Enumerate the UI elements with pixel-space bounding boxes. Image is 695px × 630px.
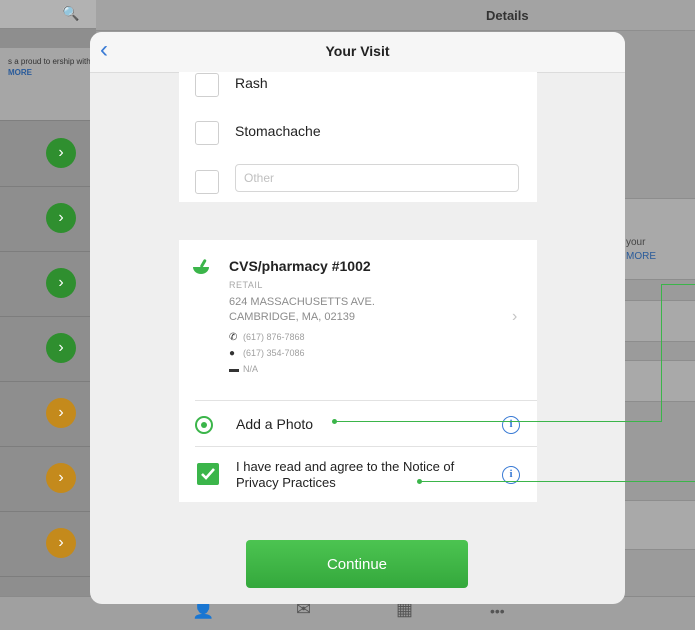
callout-line bbox=[420, 481, 695, 482]
stomachache-checkbox[interactable] bbox=[195, 121, 219, 145]
email-value: N/A bbox=[243, 364, 259, 374]
other-checkbox[interactable] bbox=[195, 170, 219, 194]
privacy-agree-label: I have read and agree to the Notice of P… bbox=[236, 459, 455, 490]
background-card bbox=[620, 360, 695, 402]
row-chevron-icon: › bbox=[46, 138, 76, 168]
phone-value: (617) 876-7868 bbox=[243, 332, 305, 342]
email-icon: ▬ bbox=[229, 364, 239, 375]
checkmark-icon bbox=[201, 468, 215, 480]
modal-header: ‹ Your Visit bbox=[90, 32, 625, 73]
pharmacy-address: 624 MASSACHUSETTS AVE. CAMBRIDGE, MA, 02… bbox=[229, 295, 375, 325]
callout-line bbox=[335, 421, 661, 422]
card-more-link: MORE bbox=[626, 251, 656, 262]
pharmacy-type: RETAIL bbox=[229, 280, 263, 290]
address-line-1: 624 MASSACHUSETTS AVE. bbox=[229, 296, 375, 308]
pharmacy-panel: CVS/pharmacy #1002 RETAIL 624 MASSACHUSE… bbox=[179, 240, 537, 502]
background-card bbox=[620, 300, 695, 342]
background-card bbox=[620, 500, 695, 550]
background-list-row: › bbox=[0, 252, 96, 317]
other-symptom-input[interactable] bbox=[235, 164, 519, 192]
your-visit-modal: ‹ Your Visit Rash Stomachache CVS/pharma… bbox=[90, 32, 625, 604]
promo-more-link: MORE bbox=[8, 68, 32, 77]
phone-icon: ✆ bbox=[229, 332, 238, 343]
promo-text: s a proud to ership with bbox=[8, 57, 91, 66]
divider bbox=[195, 400, 537, 401]
fax-value: (617) 354-7086 bbox=[243, 348, 305, 358]
privacy-agree-checkbox[interactable] bbox=[197, 463, 219, 485]
background-promo: s a proud to ership with MORE bbox=[0, 48, 96, 121]
rash-checkbox[interactable] bbox=[195, 73, 219, 97]
background-title: Details bbox=[486, 8, 529, 23]
row-chevron-icon: › bbox=[46, 268, 76, 298]
background-list-row: › bbox=[0, 382, 96, 447]
row-chevron-icon: › bbox=[46, 203, 76, 233]
pharmacy-name: CVS/pharmacy #1002 bbox=[229, 258, 371, 274]
background-search-bar: 🔍 bbox=[0, 0, 96, 29]
row-chevron-icon: › bbox=[46, 528, 76, 558]
modal-title: Your Visit bbox=[325, 43, 390, 59]
pharmacy-fax: ● (617) 354-7086 bbox=[229, 348, 305, 359]
callout-line bbox=[661, 284, 695, 285]
symptom-label: Rash bbox=[235, 75, 268, 91]
pharmacy-chevron-icon[interactable]: › bbox=[512, 308, 517, 326]
row-chevron-icon: › bbox=[46, 398, 76, 428]
background-topbar: Details bbox=[96, 0, 695, 31]
row-chevron-icon: › bbox=[46, 463, 76, 493]
camera-icon[interactable] bbox=[195, 416, 213, 434]
tab-more-icon[interactable]: ••• bbox=[490, 603, 505, 619]
background-list-row: › bbox=[0, 317, 96, 382]
fax-icon: ● bbox=[229, 348, 236, 359]
pharmacy-email: ▬ N/A bbox=[229, 364, 258, 375]
symptom-label: Stomachache bbox=[235, 123, 321, 139]
continue-button[interactable]: Continue bbox=[246, 540, 468, 588]
mortar-pestle-icon bbox=[193, 259, 209, 274]
search-icon: 🔍 bbox=[62, 5, 80, 21]
divider bbox=[195, 446, 537, 447]
add-photo-info-icon[interactable]: i bbox=[502, 416, 520, 434]
add-photo-button[interactable]: Add a Photo bbox=[236, 416, 313, 432]
row-chevron-icon: › bbox=[46, 333, 76, 363]
callout-line bbox=[661, 284, 662, 422]
pharmacy-phone: ✆ (617) 876-7868 bbox=[229, 332, 305, 343]
address-line-2: CAMBRIDGE, MA, 02139 bbox=[229, 311, 355, 323]
background-list-row: › bbox=[0, 512, 96, 577]
background-card-text: your MORE bbox=[626, 236, 656, 264]
card-text: your bbox=[626, 237, 646, 248]
background-list-row: › bbox=[0, 447, 96, 512]
background-list-row: › bbox=[0, 122, 96, 187]
background-list-row: › bbox=[0, 187, 96, 252]
